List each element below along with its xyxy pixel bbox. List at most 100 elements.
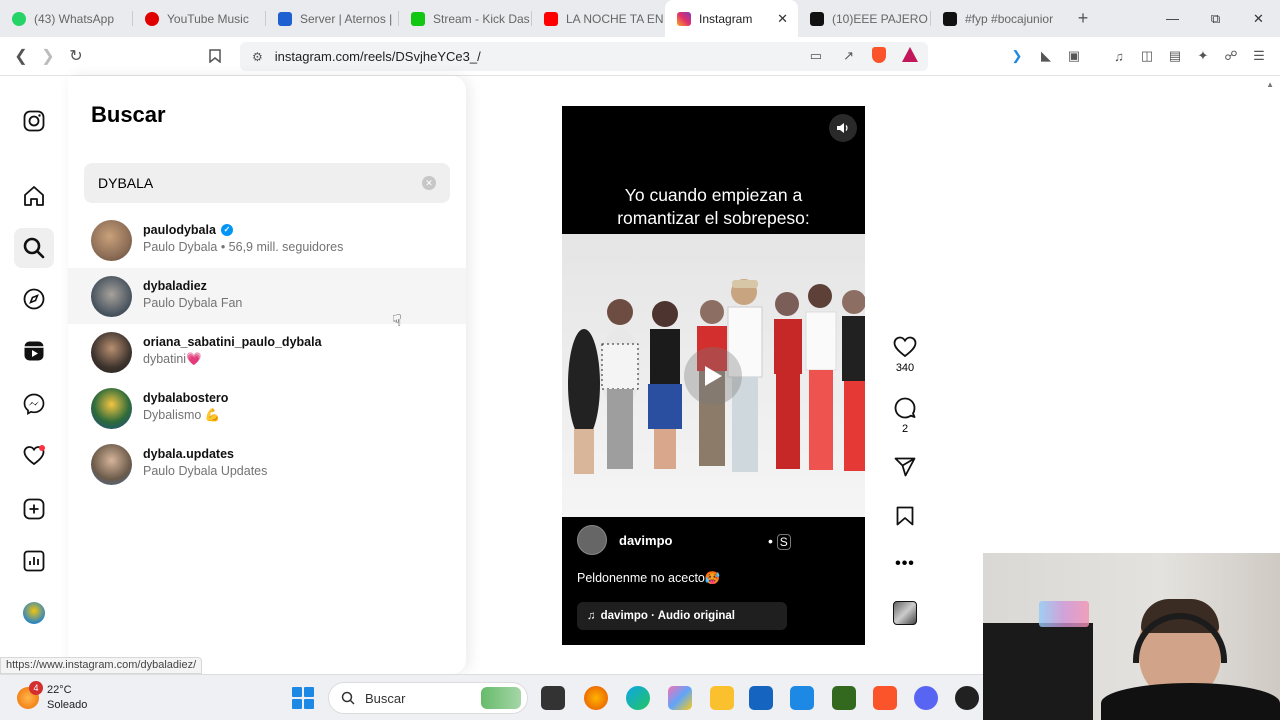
bookmark-save-icon[interactable] bbox=[896, 506, 914, 526]
tab-youtube-music[interactable]: YouTube Music bbox=[133, 0, 266, 37]
profile-avatar[interactable] bbox=[22, 601, 46, 625]
reel-overlay-line: Yo cuando empiezan a bbox=[624, 185, 803, 205]
search-result[interactable]: dybala.updates Paulo Dybala Updates bbox=[68, 436, 466, 492]
tab-aternos[interactable]: Server | Aternos | bbox=[266, 0, 399, 37]
pc-case-image bbox=[983, 623, 1093, 720]
weather-widget[interactable]: 4 22°C Soleado bbox=[17, 681, 87, 713]
app-green-icon[interactable] bbox=[832, 686, 856, 710]
taskbar-search-box[interactable]: Buscar bbox=[328, 682, 528, 714]
reload-icon[interactable]: ↻ bbox=[62, 42, 90, 70]
search-input[interactable]: DYBALA ✕ bbox=[84, 163, 450, 203]
search-icon[interactable] bbox=[22, 236, 46, 260]
instagram-icon bbox=[677, 11, 691, 26]
aternos-icon bbox=[278, 11, 292, 26]
edge-icon[interactable] bbox=[626, 686, 650, 710]
create-icon[interactable] bbox=[22, 497, 46, 521]
url-bar[interactable]: ⚙ instagram.com/reels/DSvjheYCe3_/ ▭ ↗ bbox=[240, 42, 928, 71]
tab-youtube[interactable]: LA NOCHE TA EN bbox=[532, 0, 665, 37]
volume-icon[interactable] bbox=[829, 114, 857, 142]
tab-label: YouTube Music bbox=[167, 11, 249, 26]
instagram-logo-icon[interactable] bbox=[22, 109, 46, 133]
sidebar-icon[interactable]: ◫ bbox=[1136, 45, 1158, 67]
tab-tiktok-2[interactable]: #fyp #bocajunior bbox=[931, 0, 1064, 37]
comment-icon[interactable] bbox=[894, 397, 916, 419]
play-icon[interactable] bbox=[684, 347, 742, 405]
search-result[interactable]: paulodybala ✓ Paulo Dybala • 56,9 mill. … bbox=[68, 212, 466, 268]
audio-thumbnail[interactable] bbox=[890, 601, 920, 625]
bookmark-icon[interactable] bbox=[201, 42, 229, 70]
avatar bbox=[91, 276, 132, 317]
reel-author[interactable]: davimpo bbox=[577, 525, 672, 555]
close-tab-icon[interactable]: ✕ bbox=[777, 11, 788, 27]
send-icon[interactable] bbox=[894, 457, 916, 477]
author-avatar[interactable] bbox=[577, 525, 607, 555]
tab-label: LA NOCHE TA EN bbox=[566, 11, 664, 26]
minimize-icon[interactable]: — bbox=[1151, 0, 1194, 37]
explore-icon[interactable] bbox=[22, 287, 46, 311]
task-view-icon[interactable] bbox=[541, 686, 565, 710]
reels-icon[interactable] bbox=[22, 339, 46, 363]
search-result[interactable]: dybalabostero Dybalismo 💪 bbox=[68, 380, 466, 436]
like-action[interactable]: 340 bbox=[890, 336, 920, 374]
vpn-icon[interactable]: ❯ bbox=[1006, 45, 1028, 67]
copilot-icon[interactable] bbox=[668, 686, 692, 710]
dashboard-icon[interactable] bbox=[22, 549, 46, 573]
link-status-url: https://www.instagram.com/dybaladiez/ bbox=[0, 657, 203, 674]
avatar bbox=[91, 332, 132, 373]
wallet-icon[interactable]: ▤ bbox=[1164, 45, 1186, 67]
extensions-icon[interactable]: ◣ bbox=[1035, 45, 1057, 67]
more-options-icon[interactable]: ••• bbox=[890, 555, 920, 573]
restore-icon[interactable]: ⧉ bbox=[1194, 0, 1237, 37]
obs-icon[interactable] bbox=[955, 686, 979, 710]
windows-start-icon[interactable] bbox=[292, 687, 314, 709]
discord-icon[interactable] bbox=[914, 686, 938, 710]
brave-rewards-icon[interactable] bbox=[902, 47, 918, 62]
close-window-icon[interactable]: ✕ bbox=[1237, 0, 1280, 37]
outlook-icon[interactable] bbox=[790, 686, 814, 710]
scroll-up-arrow-icon[interactable]: ▲ bbox=[1266, 80, 1274, 89]
forward-icon[interactable]: ❯ bbox=[34, 42, 62, 70]
site-info-icon[interactable]: ⚙ bbox=[252, 50, 263, 64]
tab-tiktok-1[interactable]: (10)EEE PAJERO # bbox=[798, 0, 931, 37]
cast-icon[interactable]: ▭ bbox=[810, 48, 822, 64]
share-icon[interactable]: ↗ bbox=[843, 48, 854, 64]
clear-search-icon[interactable]: ✕ bbox=[422, 176, 436, 190]
leo-ai-icon[interactable]: ✦ bbox=[1192, 45, 1214, 67]
save-action[interactable] bbox=[890, 506, 920, 526]
file-explorer-icon[interactable] bbox=[710, 686, 734, 710]
url-text: instagram.com/reels/DSvjheYCe3_/ bbox=[274, 49, 481, 64]
search-result[interactable]: dybaladiez Paulo Dybala Fan bbox=[68, 268, 466, 324]
store-icon[interactable] bbox=[749, 686, 773, 710]
author-username[interactable]: davimpo bbox=[619, 533, 672, 548]
music-icon[interactable]: ♫ bbox=[1108, 45, 1130, 67]
tab-label: #fyp #bocajunior bbox=[965, 11, 1054, 26]
search-query: DYBALA bbox=[98, 175, 154, 191]
tab-label: Server | Aternos | bbox=[300, 11, 393, 26]
search-title: Buscar bbox=[91, 102, 166, 127]
brave-icon[interactable] bbox=[873, 686, 897, 710]
tab-instagram[interactable]: Instagram ✕ bbox=[665, 0, 798, 37]
share-action[interactable] bbox=[890, 457, 920, 477]
audio-track[interactable]: ♫ davimpo · Audio original bbox=[577, 602, 787, 630]
reel-player[interactable]: Yo cuando empiezan a romantizar el sobre… bbox=[562, 106, 865, 645]
vpn-shield-icon[interactable]: ☍ bbox=[1220, 45, 1242, 67]
brave-shields-icon[interactable] bbox=[872, 47, 886, 63]
follow-button[interactable]: • S bbox=[768, 533, 791, 550]
tab-groups-icon[interactable]: ▣ bbox=[1063, 45, 1085, 67]
tab-kick[interactable]: Stream - Kick Das bbox=[399, 0, 532, 37]
tab-whatsapp[interactable]: (43) WhatsApp bbox=[0, 0, 133, 37]
home-icon[interactable] bbox=[22, 184, 46, 208]
notifications-heart-icon[interactable] bbox=[22, 444, 46, 468]
messenger-icon[interactable] bbox=[22, 392, 46, 416]
result-subtitle: Paulo Dybala Fan bbox=[143, 296, 243, 310]
comment-action[interactable]: 2 bbox=[890, 397, 920, 435]
search-result[interactable]: oriana_sabatini_paulo_dybala dybatini💗 bbox=[68, 324, 466, 380]
new-tab-button[interactable]: + bbox=[1068, 8, 1098, 29]
whatsapp-icon bbox=[12, 11, 26, 26]
back-icon[interactable]: ❮ bbox=[7, 42, 35, 70]
menu-icon[interactable]: ☰ bbox=[1248, 45, 1270, 67]
app-orange-icon[interactable] bbox=[584, 686, 608, 710]
heart-icon[interactable] bbox=[893, 336, 917, 358]
result-username: paulodybala bbox=[143, 223, 216, 237]
result-username: dybala.updates bbox=[143, 447, 234, 461]
